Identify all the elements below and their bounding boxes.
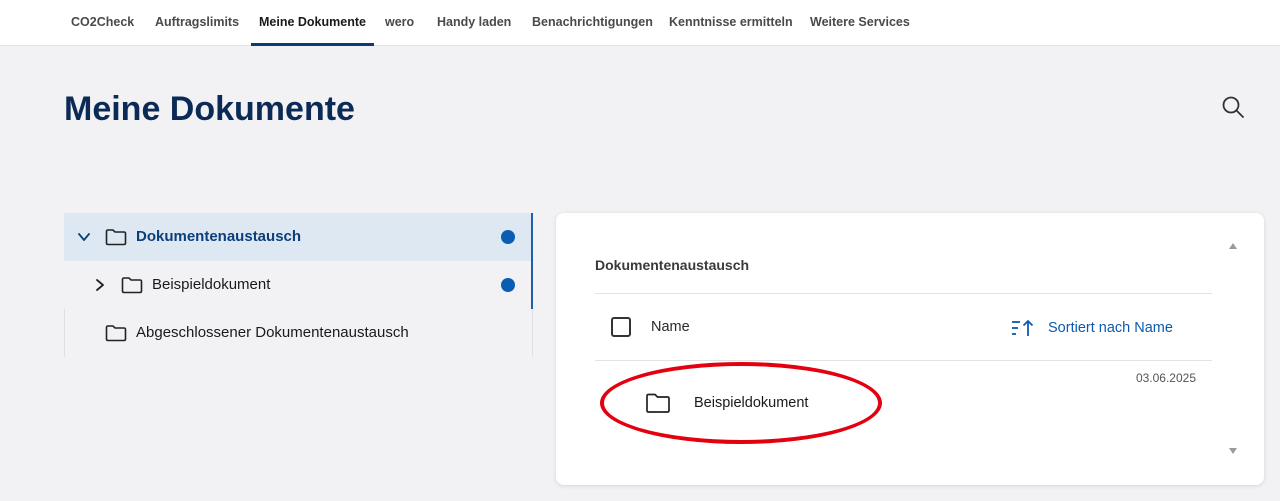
folder-icon [121, 277, 143, 294]
divider [595, 293, 1212, 294]
search-button[interactable] [1220, 94, 1246, 120]
folder-icon [105, 229, 127, 246]
scroll-down-arrow[interactable] [1228, 447, 1238, 455]
tab-benachrichtigungen[interactable]: Benachrichtigungen [532, 0, 653, 46]
chevron-down-icon[interactable] [76, 229, 92, 245]
unread-indicator [501, 230, 515, 244]
folder-icon [105, 325, 127, 342]
folder-icon [646, 393, 670, 413]
tree-item-label: Abgeschlossener Dokumentenaustausch [136, 324, 409, 341]
page-title: Meine Dokumente [64, 90, 355, 128]
tab-kenntnisse-ermitteln[interactable]: Kenntnisse ermitteln [669, 0, 793, 46]
chevron-right-icon[interactable] [92, 277, 108, 293]
document-name: Beispieldokument [694, 395, 809, 411]
sort-ascending-icon [1012, 320, 1034, 336]
top-navigation: CO2Check Auftragslimits Meine Dokumente … [0, 0, 1280, 46]
search-icon [1222, 96, 1244, 118]
tab-meine-dokumente[interactable]: Meine Dokumente [251, 0, 374, 46]
tab-weitere-services[interactable]: Weitere Services [810, 0, 910, 46]
scroll-up-arrow[interactable] [1228, 242, 1238, 250]
tree-divider [64, 309, 65, 357]
document-date: 03.06.2025 [1135, 371, 1196, 385]
card-title: Dokumentenaustausch [595, 257, 750, 273]
sort-label: Sortiert nach Name [1048, 320, 1173, 336]
tree-item-label: Beispieldokument [152, 276, 271, 293]
list-item[interactable]: 03.06.2025 Beispieldokument [595, 362, 1212, 442]
tab-auftragslimits[interactable]: Auftragslimits [155, 0, 239, 46]
tree-item-beispieldokument[interactable]: Beispieldokument [64, 261, 533, 309]
tree-item-abgeschlossener-dokumentenaustausch[interactable]: Abgeschlossener Dokumentenaustausch [64, 309, 533, 357]
tab-wero[interactable]: wero [385, 0, 414, 46]
tab-co2check[interactable]: CO2Check [71, 0, 134, 46]
tree-item-dokumentenaustausch[interactable]: Dokumentenaustausch [64, 213, 533, 261]
tab-handy-laden[interactable]: Handy laden [437, 0, 511, 46]
documents-card: Dokumentenaustausch Name Sortiert nach N… [556, 213, 1264, 485]
select-all-checkbox[interactable] [611, 317, 631, 337]
column-header-name: Name [651, 319, 690, 335]
divider [595, 360, 1212, 361]
tree-item-label: Dokumentenaustausch [136, 228, 302, 245]
unread-indicator [501, 278, 515, 292]
